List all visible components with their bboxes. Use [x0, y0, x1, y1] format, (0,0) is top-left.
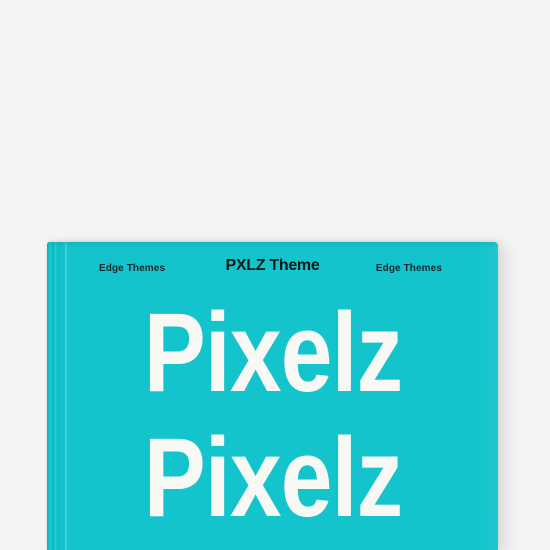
left-header-label: Edge Themes [99, 263, 166, 274]
book-spine [47, 242, 67, 550]
page-background: Edge Themes PXLZ Theme Edge Themes Pixel… [0, 0, 550, 550]
right-header-label: Edge Themes [375, 263, 442, 274]
book-title-line-2: Pixelz [143, 415, 402, 540]
book-right-edge [480, 242, 498, 550]
book-header: Edge Themes PXLZ Theme Edge Themes [47, 257, 498, 279]
book-title-line-1: Pixelz [143, 290, 402, 415]
book-top-edge [47, 242, 498, 248]
theme-label: PXLZ Theme [225, 257, 320, 274]
book-mockup: Edge Themes PXLZ Theme Edge Themes Pixel… [47, 242, 498, 550]
